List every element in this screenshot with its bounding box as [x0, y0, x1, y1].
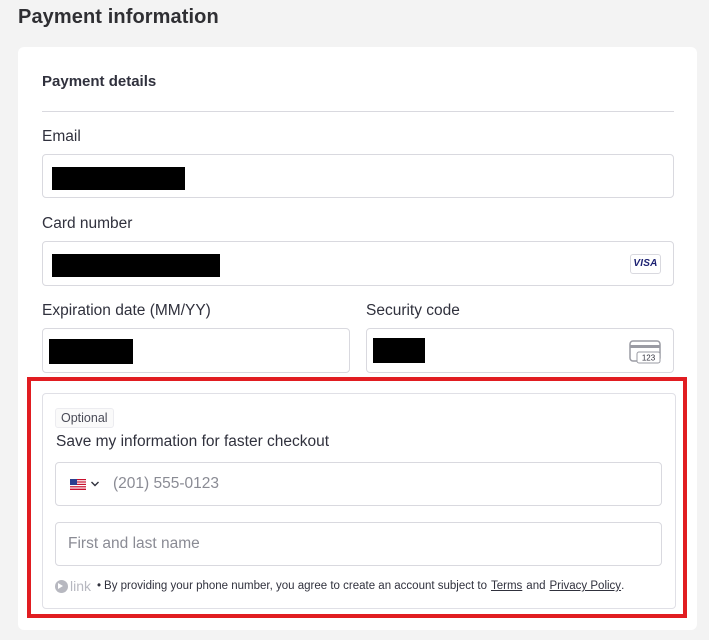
optional-tag: Optional	[55, 408, 114, 428]
expiration-label: Expiration date (MM/YY)	[42, 302, 211, 319]
link-save-panel: Optional Save my information for faster …	[42, 393, 676, 609]
link-footer: link • By providing your phone number, y…	[55, 578, 624, 594]
card-number-input[interactable]: VISA	[42, 241, 674, 286]
phone-input[interactable]: (201) 555-0123	[55, 462, 662, 506]
security-code-input[interactable]: 123	[366, 328, 674, 373]
section-title: Payment details	[42, 73, 157, 90]
email-redacted-value	[52, 167, 185, 190]
us-flag-icon[interactable]	[70, 479, 86, 490]
page-title: Payment information	[18, 6, 219, 28]
page: Payment information Payment details Emai…	[0, 0, 709, 640]
cvc-icon-text: 123	[642, 354, 656, 363]
save-info-text: Save my information for faster checkout	[56, 433, 330, 450]
footer-and: and	[526, 580, 546, 592]
card-number-label: Card number	[42, 215, 133, 232]
chevron-down-icon[interactable]	[90, 480, 100, 488]
footer-prefix: By providing your phone number, you agre…	[104, 580, 487, 592]
name-placeholder: First and last name	[68, 535, 200, 552]
divider	[42, 111, 674, 112]
name-input[interactable]: First and last name	[55, 522, 662, 566]
visa-icon: VISA	[630, 254, 661, 274]
email-label: Email	[42, 128, 81, 145]
link-logo: link	[55, 578, 91, 594]
link-play-icon	[55, 579, 68, 593]
expiration-input[interactable]	[42, 328, 350, 373]
footer-suffix: .	[621, 580, 625, 592]
expiration-redacted-value	[49, 339, 133, 364]
security-code-label: Security code	[366, 302, 460, 319]
privacy-policy-link[interactable]: Privacy Policy	[549, 580, 621, 592]
card-number-redacted-value	[52, 254, 220, 277]
card-cvc-icon: 123	[629, 340, 661, 364]
footer-bullet: •	[97, 580, 102, 592]
terms-link[interactable]: Terms	[491, 580, 522, 592]
email-input[interactable]	[42, 154, 674, 198]
security-code-redacted-value	[373, 338, 425, 363]
link-logo-text: link	[70, 578, 92, 594]
phone-placeholder: (201) 555-0123	[113, 475, 219, 492]
